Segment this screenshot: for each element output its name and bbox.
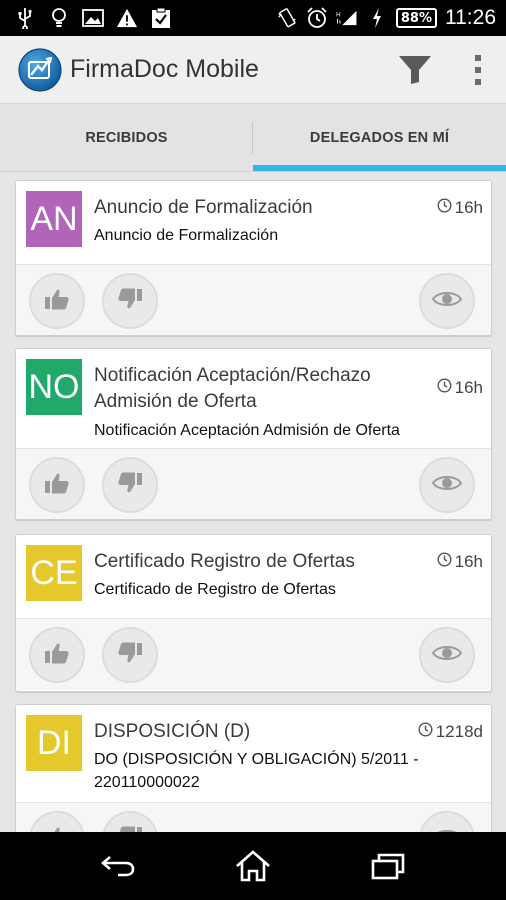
battery-level: 88 <box>400 10 419 26</box>
document-title: Certificado Registro de Ofertas <box>94 551 355 572</box>
document-subtitle: Anuncio de Formalización <box>94 227 279 244</box>
approve-button[interactable] <box>29 273 85 329</box>
view-button[interactable] <box>419 811 475 832</box>
document-badge: AN <box>26 191 82 247</box>
list-item[interactable]: NO Notificación Aceptación/Rechazo Admis… <box>15 348 492 520</box>
thumbs-up-icon <box>44 471 70 499</box>
document-badge: CE <box>26 545 82 601</box>
card-actions <box>16 264 491 335</box>
tab-delegados-en-mi[interactable]: DELEGADOS EN MÍ <box>253 104 506 171</box>
document-title: Anuncio de Formalización <box>94 197 313 218</box>
thumbs-down-icon <box>117 825 143 832</box>
thumbs-up-icon <box>44 825 70 832</box>
tab-bar: RECIBIDOS DELEGADOS EN MÍ <box>0 104 506 172</box>
clipboard-check-icon <box>150 7 172 29</box>
system-icons: H 88% 11:26 <box>276 6 506 30</box>
alarm-icon <box>306 7 328 29</box>
clock: 11:26 <box>445 6 496 29</box>
thumbs-down-icon <box>117 287 143 315</box>
approve-button[interactable] <box>29 457 85 513</box>
action-bar: FirmaDoc Mobile <box>0 36 506 104</box>
recent-apps-icon[interactable] <box>358 841 418 891</box>
signal-icon: H <box>336 7 358 29</box>
document-subtitle: Notificación Aceptación Admisión de Ofer… <box>94 422 400 439</box>
back-icon[interactable] <box>88 841 148 891</box>
notification-icons <box>0 7 172 29</box>
home-icon[interactable] <box>223 841 283 891</box>
thumbs-up-icon <box>44 641 70 669</box>
document-subtitle-line-1: DO (DISPOSICIÓN Y OBLIGACIÓN) 5/2011 - <box>94 751 419 768</box>
clock-icon <box>437 378 452 398</box>
document-age-text: 16h <box>454 378 483 397</box>
document-age: 16h <box>437 378 483 398</box>
vibrate-icon <box>276 7 298 29</box>
reject-button[interactable] <box>102 811 158 832</box>
document-age: 16h <box>437 198 483 218</box>
card-actions <box>16 618 491 690</box>
app-title: FirmaDoc Mobile <box>70 55 259 83</box>
usb-icon <box>14 7 36 29</box>
document-subtitle-line-2: 220110000022 <box>94 774 200 791</box>
list-item[interactable]: AN Anuncio de Formalización Anuncio de F… <box>15 180 492 336</box>
eye-icon <box>431 474 463 496</box>
document-age-text: 16h <box>454 198 483 217</box>
document-badge: NO <box>26 359 82 415</box>
document-title: DISPOSICIÓN (D) <box>94 721 251 742</box>
view-button[interactable] <box>419 627 475 683</box>
view-button[interactable] <box>419 273 475 329</box>
clock-icon <box>437 198 452 218</box>
charging-icon <box>366 7 388 29</box>
document-list[interactable]: AN Anuncio de Formalización Anuncio de F… <box>0 172 506 832</box>
list-item[interactable]: DI DISPOSICIÓN (D) DO (DISPOSICIÓN Y OBL… <box>15 704 492 832</box>
status-bar: H 88% 11:26 <box>0 0 506 36</box>
thumbs-up-icon <box>44 287 70 315</box>
thumbs-down-icon <box>117 641 143 669</box>
list-item[interactable]: CE Certificado Registro de Ofertas Certi… <box>15 534 492 692</box>
approve-button[interactable] <box>29 627 85 683</box>
battery-icon: 88% <box>395 8 437 28</box>
reject-button[interactable] <box>102 627 158 683</box>
eye-icon <box>431 290 463 312</box>
document-title-line-2: Admisión de Oferta <box>94 391 257 412</box>
clock-icon <box>437 552 452 572</box>
view-button[interactable] <box>419 457 475 513</box>
thumbs-down-icon <box>117 471 143 499</box>
document-subtitle: Certificado de Registro de Ofertas <box>94 581 336 598</box>
card-actions <box>16 448 491 519</box>
navigation-bar <box>0 832 506 900</box>
reject-button[interactable] <box>102 273 158 329</box>
app-logo-icon[interactable] <box>18 47 62 92</box>
tab-recibidos[interactable]: RECIBIDOS <box>0 104 253 171</box>
lightbulb-icon <box>48 7 70 29</box>
document-age: 16h <box>437 552 483 572</box>
card-actions <box>16 802 491 832</box>
warning-icon <box>116 7 138 29</box>
overflow-menu-icon[interactable] <box>450 36 506 104</box>
document-badge: DI <box>26 715 82 771</box>
filter-icon[interactable] <box>380 36 450 104</box>
svg-text:H: H <box>336 11 341 18</box>
reject-button[interactable] <box>102 457 158 513</box>
document-age-text: 1218d <box>435 722 483 741</box>
document-title-line-1: Notificación Aceptación/Rechazo <box>94 365 371 386</box>
approve-button[interactable] <box>29 811 85 832</box>
action-bar-actions <box>380 36 506 104</box>
document-age: 1218d <box>418 722 483 742</box>
image-icon <box>82 7 104 29</box>
eye-icon <box>431 644 463 666</box>
document-age-text: 16h <box>454 552 483 571</box>
clock-icon <box>418 722 433 742</box>
